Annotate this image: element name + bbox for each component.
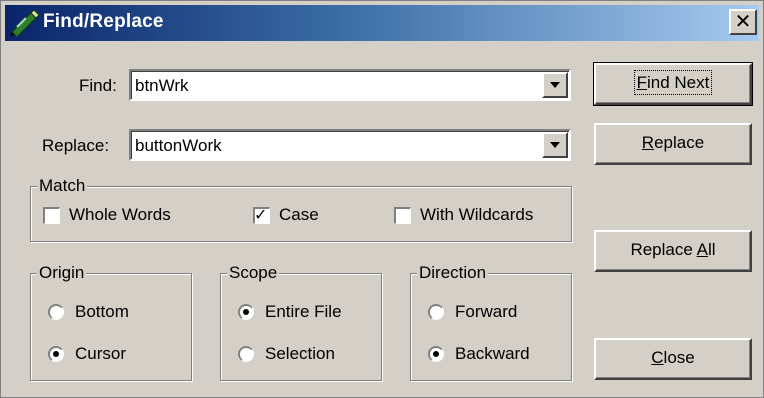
pencil-icon bbox=[10, 10, 39, 36]
replace-button[interactable]: Replace bbox=[594, 123, 752, 165]
radio-circle[interactable] bbox=[238, 346, 254, 362]
match-group: Match Whole Words ✓ Case With Wildcards bbox=[30, 176, 572, 242]
scope-legend: Scope bbox=[227, 263, 280, 283]
find-dropdown-button[interactable] bbox=[542, 72, 568, 98]
checkmark-icon: ✓ bbox=[254, 204, 268, 224]
title-bar[interactable]: Find/Replace ✕ bbox=[5, 5, 759, 41]
direction-group: Direction Forward Backward bbox=[410, 263, 572, 381]
origin-legend: Origin bbox=[37, 263, 87, 283]
case-checkbox[interactable]: ✓ Case bbox=[253, 205, 319, 225]
with-wildcards-label: With Wildcards bbox=[420, 205, 534, 224]
checkbox-box[interactable]: ✓ bbox=[253, 204, 270, 224]
scope-group: Scope Entire File Selection bbox=[220, 263, 382, 381]
match-legend: Match bbox=[37, 176, 88, 196]
replace-input[interactable]: buttonWork bbox=[135, 136, 222, 156]
radio-circle[interactable] bbox=[48, 346, 64, 362]
origin-group: Origin Bottom Cursor bbox=[30, 263, 192, 381]
radio-circle[interactable] bbox=[428, 346, 444, 362]
close-button-label: Close bbox=[651, 348, 695, 367]
scope-selection-radio[interactable]: Selection bbox=[238, 344, 335, 364]
radio-circle[interactable] bbox=[48, 304, 64, 320]
close-window-button[interactable]: ✕ bbox=[729, 9, 757, 35]
radio-circle[interactable] bbox=[238, 304, 254, 320]
scope-entire-file-label: Entire File bbox=[265, 302, 342, 321]
direction-legend: Direction bbox=[417, 263, 489, 283]
replace-all-button[interactable]: Replace All bbox=[594, 230, 752, 272]
replace-all-label: Replace All bbox=[630, 240, 716, 259]
origin-bottom-label: Bottom bbox=[75, 302, 129, 321]
find-next-label: Find Next bbox=[633, 70, 713, 95]
direction-backward-radio[interactable]: Backward bbox=[428, 344, 530, 364]
find-label: Find: bbox=[79, 76, 117, 95]
checkbox-box[interactable] bbox=[394, 206, 411, 224]
whole-words-label: Whole Words bbox=[69, 205, 171, 224]
find-combobox[interactable]: btnWrk bbox=[129, 69, 571, 101]
origin-cursor-radio[interactable]: Cursor bbox=[48, 344, 126, 364]
replace-combobox[interactable]: buttonWork bbox=[129, 129, 571, 161]
find-next-button[interactable]: Find Next bbox=[593, 62, 753, 106]
scope-entire-file-radio[interactable]: Entire File bbox=[238, 302, 342, 322]
direction-forward-radio[interactable]: Forward bbox=[428, 302, 517, 322]
direction-backward-label: Backward bbox=[455, 344, 530, 363]
radio-circle[interactable] bbox=[428, 304, 444, 320]
whole-words-checkbox[interactable]: Whole Words bbox=[43, 205, 171, 225]
checkbox-box[interactable] bbox=[43, 206, 60, 224]
direction-forward-label: Forward bbox=[455, 302, 518, 321]
find-replace-dialog: Find/Replace ✕ Find: btnWrk Replace: but… bbox=[0, 0, 764, 398]
close-icon: ✕ bbox=[734, 9, 752, 33]
window-title: Find/Replace bbox=[43, 11, 164, 32]
scope-selection-label: Selection bbox=[265, 344, 335, 363]
with-wildcards-checkbox[interactable]: With Wildcards bbox=[394, 205, 533, 225]
origin-cursor-label: Cursor bbox=[75, 344, 127, 363]
case-label: Case bbox=[279, 205, 319, 224]
close-button[interactable]: Close bbox=[594, 338, 752, 380]
origin-bottom-radio[interactable]: Bottom bbox=[48, 302, 129, 322]
replace-label: Replace: bbox=[42, 136, 110, 155]
find-input[interactable]: btnWrk bbox=[135, 76, 189, 96]
replace-button-label: Replace bbox=[641, 133, 705, 152]
replace-dropdown-button[interactable] bbox=[542, 132, 568, 158]
